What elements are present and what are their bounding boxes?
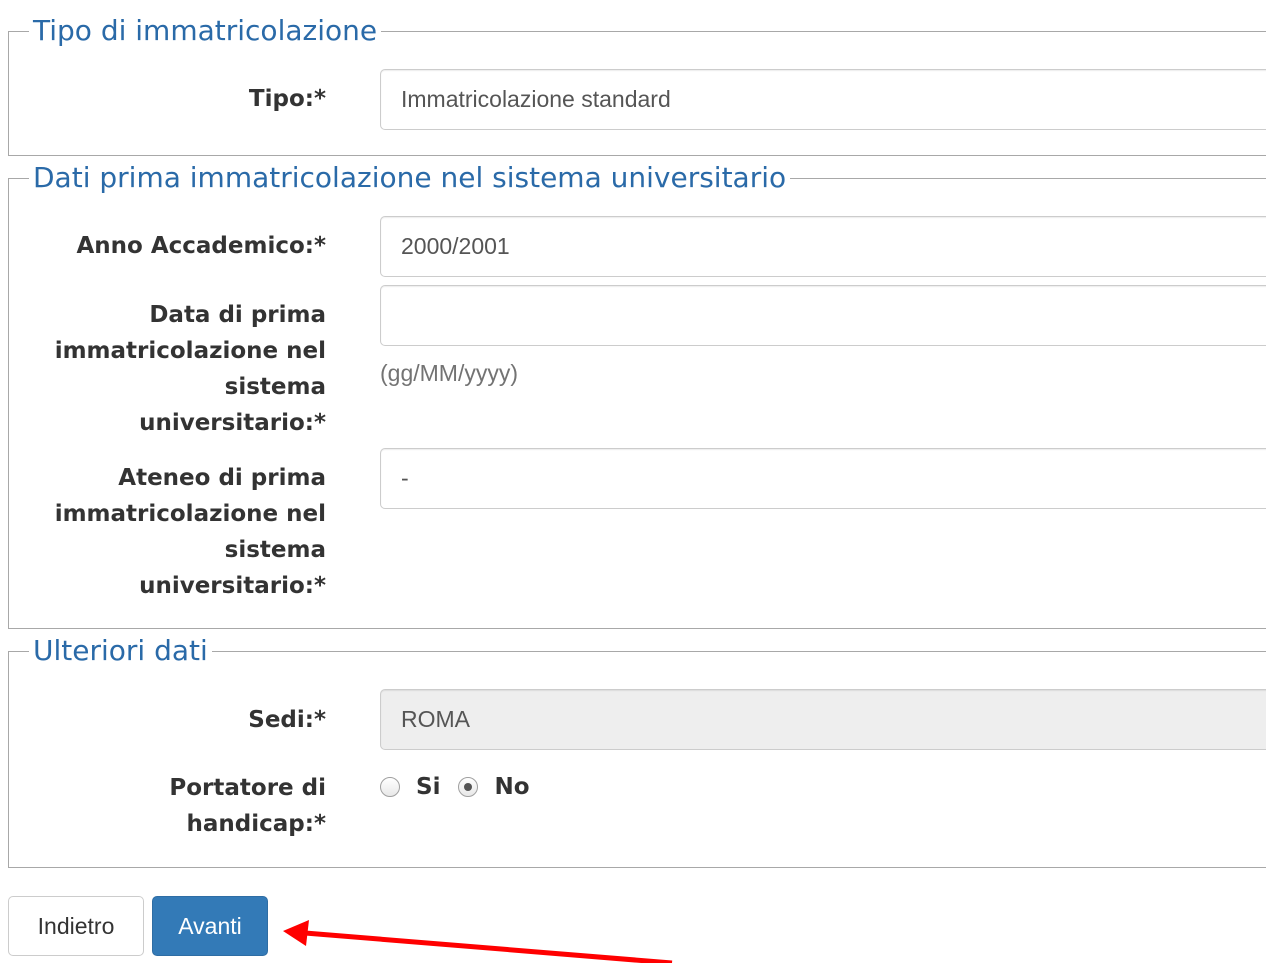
annotation-arrow-icon xyxy=(283,920,673,963)
